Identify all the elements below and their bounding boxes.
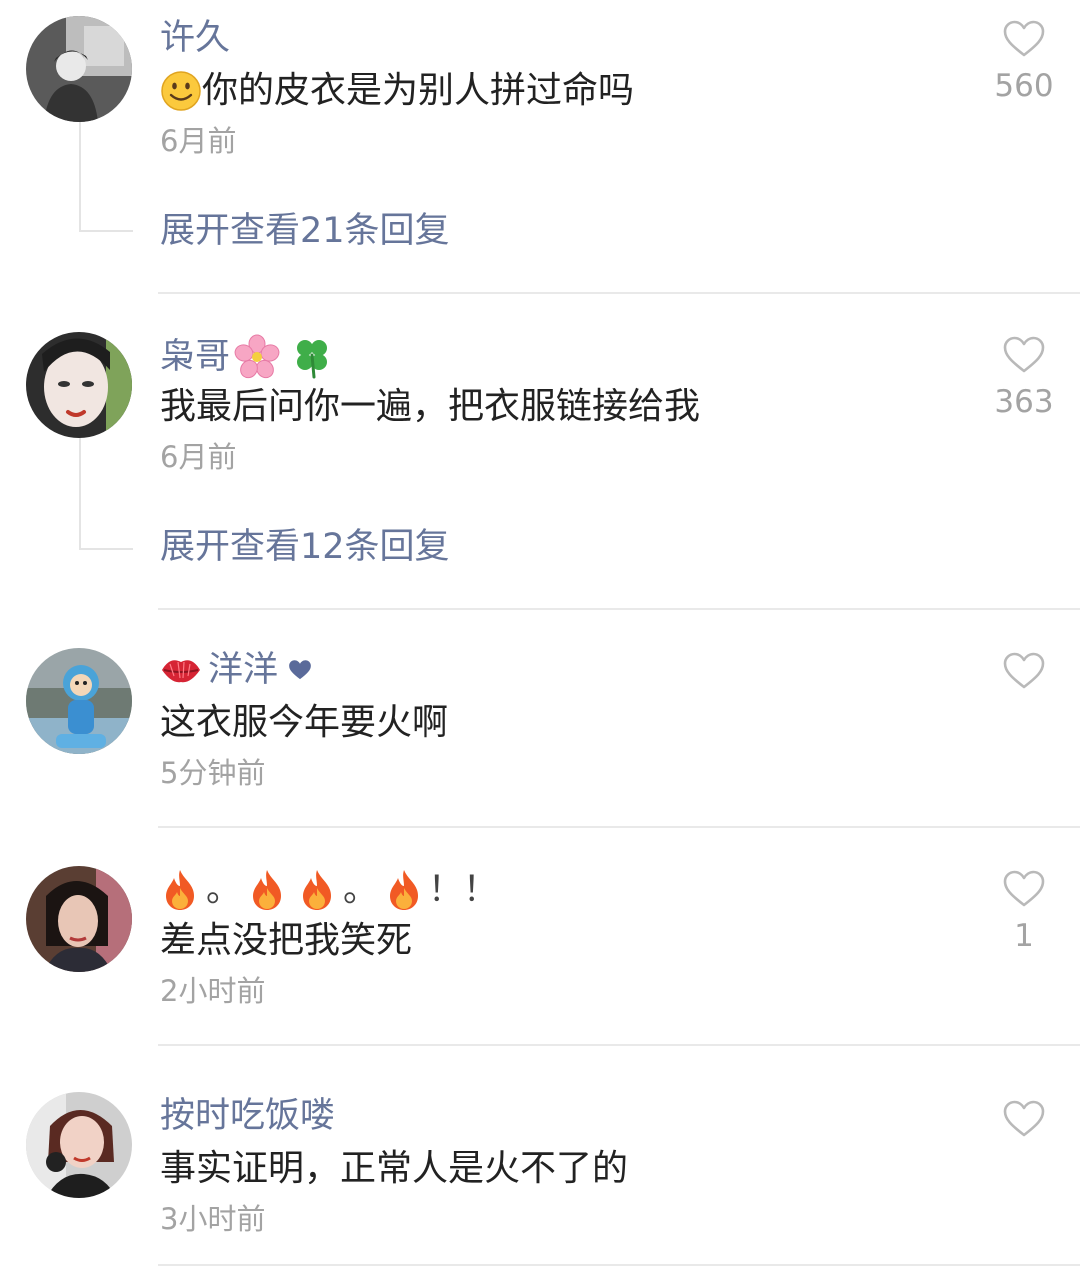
thread-line [79, 122, 133, 232]
comment-item: 。 。 ！！ 差点没把我笑死 2小时前 1 [0, 828, 1080, 1044]
timestamp: 3小时前 [160, 1202, 266, 1236]
username[interactable]: 许久 [160, 18, 230, 58]
avatar[interactable] [26, 648, 132, 754]
comment-item: 枭哥 我最后问你一遍，把衣服链接给我 6月前 展开查看12条回复 363 [0, 294, 1080, 608]
like-count: 363 [994, 384, 1054, 420]
comment-text: 差点没把我笑死 [160, 920, 413, 961]
like-count: 1 [1014, 918, 1034, 954]
heart-outline-icon [1003, 20, 1045, 57]
like-button[interactable]: 560 [984, 20, 1064, 104]
username-part: 。 [206, 870, 242, 910]
timestamp: 6月前 [160, 124, 237, 158]
heart-emoji-icon [288, 659, 312, 681]
like-button[interactable] [984, 652, 1064, 700]
heart-outline-icon [1003, 1100, 1045, 1137]
comment-text: 这衣服今年要火啊 [160, 702, 449, 743]
comment-text: 我最后问你一遍，把衣服链接给我 [160, 386, 701, 427]
heart-outline-icon [1003, 870, 1045, 907]
heart-outline-icon [1003, 336, 1045, 373]
avatar[interactable] [26, 332, 132, 438]
like-button[interactable]: 1 [984, 870, 1064, 954]
expand-replies-link[interactable]: 展开查看12条回复 [160, 527, 450, 567]
comment-text: 你的皮衣是为别人拼过命吗 [160, 70, 634, 112]
comment-item: 按时吃饭喽 事实证明，正常人是火不了的 3小时前 [0, 1046, 1080, 1264]
fire-emoji-icon [384, 868, 424, 912]
fire-emoji-icon [297, 868, 337, 912]
username[interactable]: 枭哥 [160, 334, 334, 380]
heart-outline-icon [1003, 652, 1045, 689]
fire-emoji-icon [160, 868, 200, 912]
like-count: 560 [994, 68, 1054, 104]
like-button[interactable]: 363 [984, 336, 1064, 420]
username-part: ！！ [428, 870, 499, 910]
timestamp: 6月前 [160, 440, 237, 474]
four-leaf-clover-emoji-icon [290, 335, 334, 379]
comment-text: 事实证明，正常人是火不了的 [160, 1148, 629, 1189]
divider [158, 1264, 1080, 1266]
fire-emoji-icon [247, 868, 287, 912]
username[interactable]: 。 。 ！！ [160, 868, 498, 912]
comment-item: 洋洋 这衣服今年要火啊 5分钟前 [0, 610, 1080, 826]
thread-line [79, 438, 133, 550]
username[interactable]: 按时吃饭喽 [160, 1096, 335, 1136]
kiss-lips-emoji-icon [160, 654, 202, 686]
avatar[interactable] [26, 16, 132, 122]
avatar[interactable] [26, 866, 132, 972]
smile-emoji-icon [160, 70, 202, 112]
timestamp: 5分钟前 [160, 756, 266, 790]
timestamp: 2小时前 [160, 974, 266, 1008]
comment-item: 许久 你的皮衣是为别人拼过命吗 6月前 展开查看21条回复 560 [0, 0, 1080, 292]
cherry-blossom-emoji-icon [234, 334, 280, 380]
avatar[interactable] [26, 1092, 132, 1198]
expand-replies-link[interactable]: 展开查看21条回复 [160, 211, 450, 251]
username[interactable]: 洋洋 [160, 650, 312, 690]
like-button[interactable] [984, 1100, 1064, 1148]
username-part: 。 [343, 870, 379, 910]
